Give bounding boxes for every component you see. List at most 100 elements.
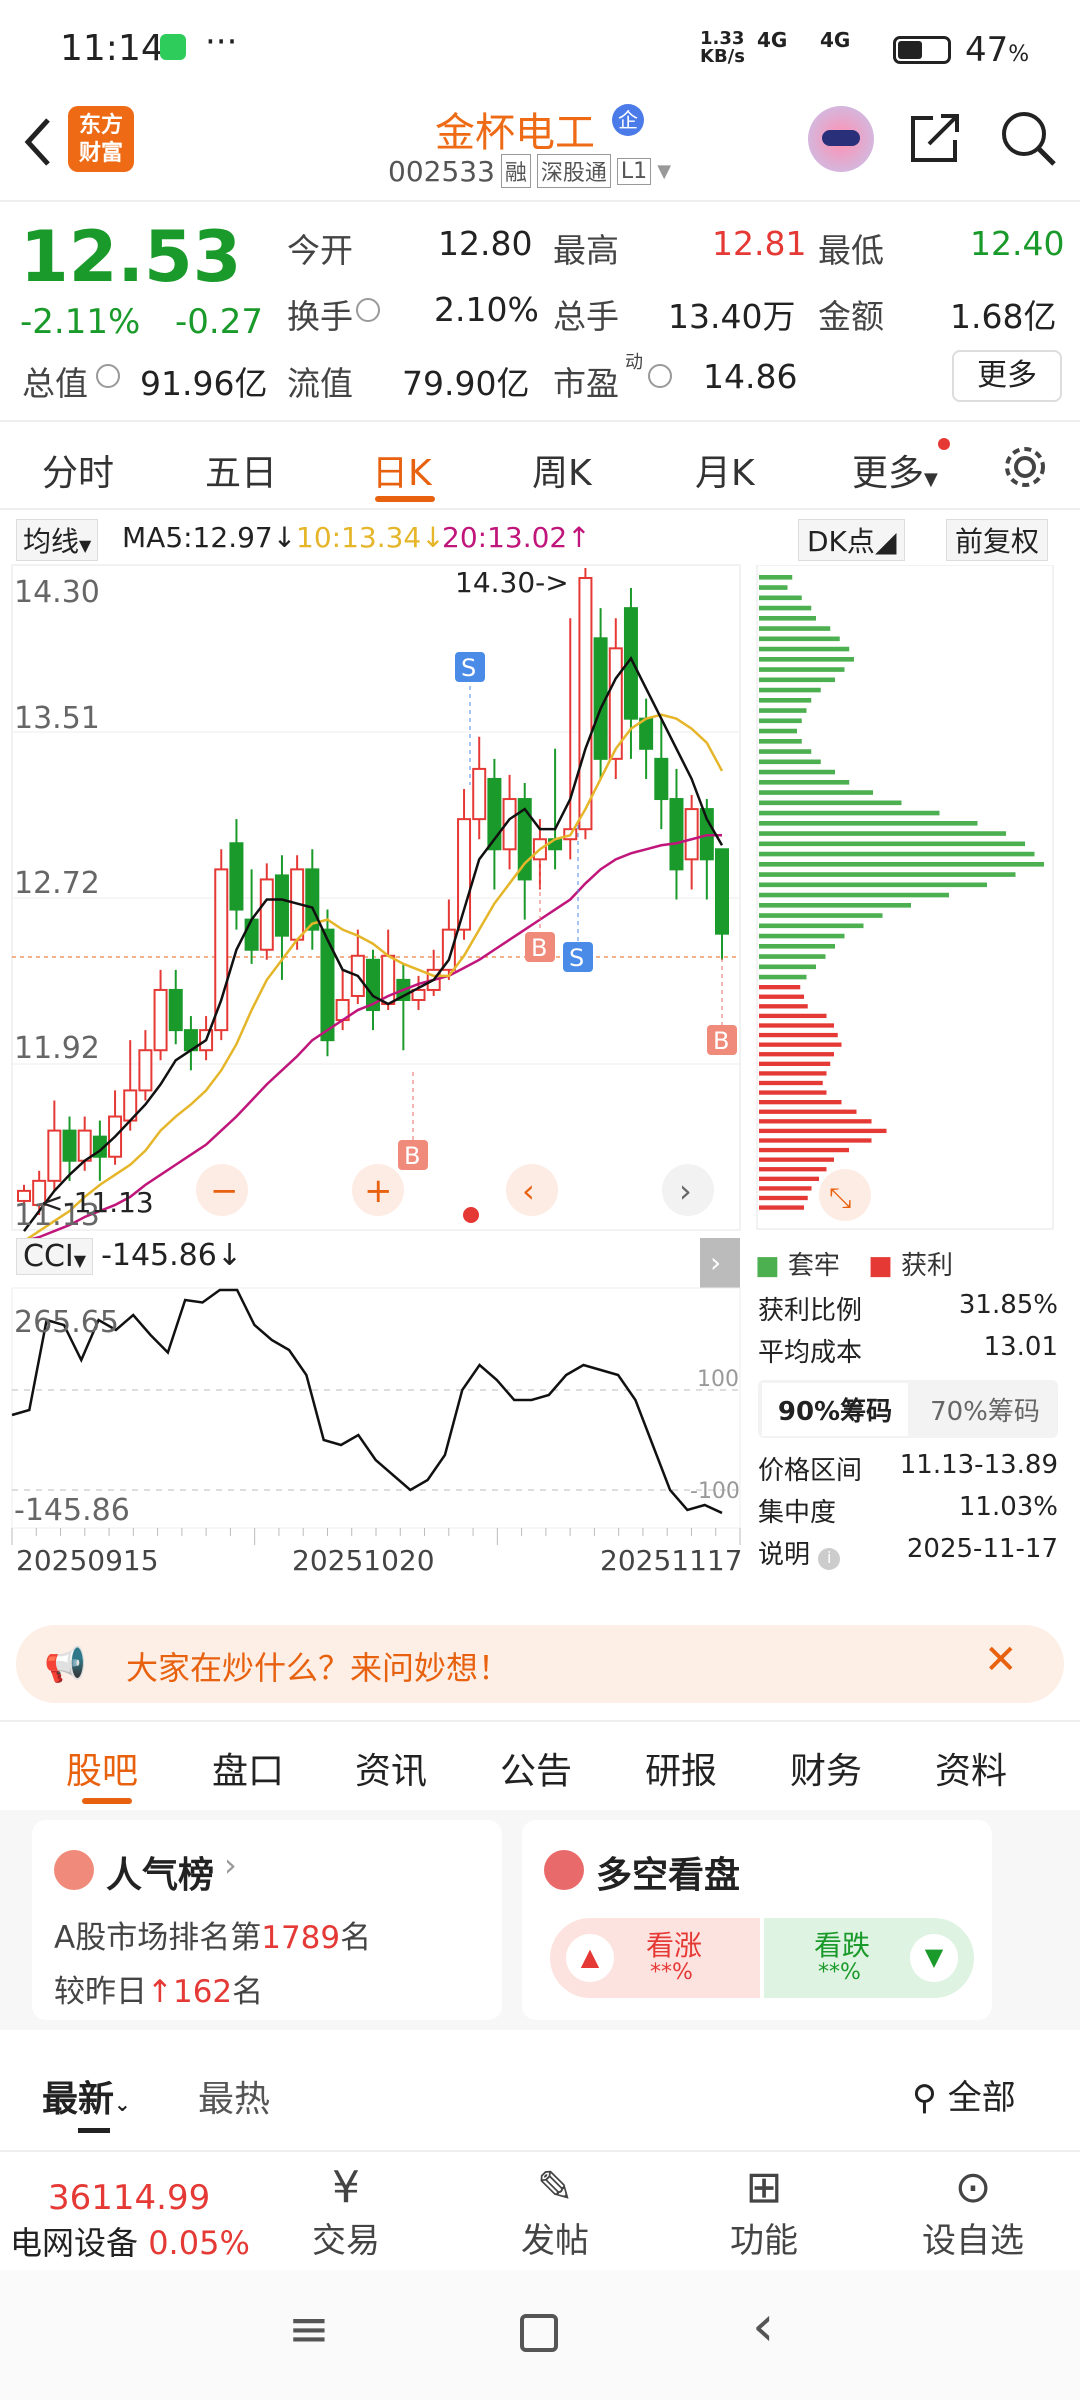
candle [578,577,593,831]
ai-banner[interactable]: 📢 大家在炒什么？来问妙想！ ✕ [16,1625,1064,1703]
active-tab-indicator [375,496,435,502]
tab-research[interactable]: 研报 [645,1742,717,1794]
assistant-avatar[interactable] [808,106,874,172]
battery-icon [893,36,951,64]
chart-header: 均线▼ MA5:12.97↓ 10:13.34↓ 20:13.02↑ DK点◢ … [0,515,1080,561]
candle [669,798,684,871]
popularity-card[interactable]: 人气榜 › A股市场排名第1789名 较昨日↑162名 [32,1820,502,2020]
turnover-info-icon[interactable] [356,298,380,322]
chip-bar-hold [759,718,802,724]
settings-icon[interactable] [1000,442,1050,492]
info-icon[interactable] [96,364,120,388]
chip-bar-hold [759,739,802,744]
index-quote[interactable]: 36114.99 电网设备 0.05% [10,2178,250,2264]
share-icon[interactable] [905,108,965,168]
chevron-right-icon: › [710,1246,721,1279]
bull-button[interactable]: ▲ 看涨 **% [550,1918,760,1998]
close-icon[interactable]: ✕ [984,1637,1018,1683]
chip-bar-hold [759,657,854,662]
cci-ref-hi-label: 100 [697,1367,739,1392]
tab-profile[interactable]: 资料 [935,1742,1007,1794]
sort-latest[interactable]: 最新⌄ [42,2070,131,2122]
back-icon[interactable] [18,112,58,172]
date-label-3: 20251117 [600,1544,743,1577]
chip-bar-hold [759,759,821,765]
bottom-bar: 36114.99 电网设备 0.05% ¥ 交易 ✎ 发帖 ⊞ 功能 ⊙ 设自选 [0,2150,1080,2270]
adjust-button[interactable]: 前复权 [946,519,1049,561]
turnover-label: 换手 [287,297,353,336]
tab-chip-90[interactable]: 90%筹码 [762,1382,908,1436]
tab-monthly-k[interactable]: 月K [695,444,755,496]
tab-announcements[interactable]: 公告 [500,1742,572,1794]
tab-chip-70[interactable]: 70%筹码 [912,1391,1058,1428]
chip-bar-profit [759,1128,887,1134]
ranking-icon [54,1850,94,1890]
chip-bar-profit [759,1157,834,1162]
pe-value: 14.86 [703,357,798,396]
avg-cost-label: 平均成本 [758,1338,863,1368]
chip-stats: 获利比例 31.85% 平均成本 13.01 90%筹码 70%筹码 价格区间 11.… [758,1290,1058,1576]
tag-connect: 深股通 [536,154,611,188]
home-icon[interactable] [520,2314,558,2352]
pe-label: 市盈 [553,364,619,403]
nav-post[interactable]: ✎ 发帖 [485,2162,625,2262]
chip-bar-profit [759,1090,827,1095]
chip-bar-hold [759,954,826,959]
tab-daily-k[interactable]: 日K [372,444,432,496]
period-tabs: 分时 五日 日K 周K 月K 更多▼ [0,420,1080,510]
chip-bar-profit [759,1080,823,1086]
tab-orderbook[interactable]: 盘口 [212,1742,284,1794]
chip-bar-hold [759,821,978,826]
chip-distribution-chart: ⤡ [756,565,1054,1230]
pe-info-icon[interactable] [648,364,672,388]
long-short-card[interactable]: 多空看盘 ▲ 看涨 **% 看跌 **% ▼ [522,1820,992,2020]
back-nav-icon[interactable]: ‹ [752,2294,774,2359]
low-label: 最低 [818,231,884,270]
tab-intraday[interactable]: 分时 [42,444,114,496]
dropdown-icon[interactable]: ▼ [657,161,671,182]
edit-icon: ✎ [536,2162,574,2213]
battery-level: 47% [965,30,1030,70]
chip-legend: ■ 套牢 ■ 获利 [755,1251,953,1281]
tab-finance[interactable]: 财务 [790,1742,862,1794]
menu-icon[interactable]: ≡ [288,2300,330,2358]
nav-trade[interactable]: ¥ 交易 [276,2162,416,2262]
indicator-select[interactable]: 均线▼ [16,519,99,561]
content-tabs: 股吧 盘口 资讯 公告 研报 财务 资料 [0,1720,1080,1810]
cci-select[interactable]: CCI▼ [16,1238,94,1275]
profit-ratio-label: 获利比例 [758,1296,863,1326]
chip-bar-profit [759,1052,834,1057]
volume-value: 13.40万 [668,297,796,336]
bull-percent: **% [650,1960,693,1985]
tab-news[interactable]: 资讯 [355,1742,427,1794]
minus-icon: − [210,1171,239,1211]
candle [472,767,487,821]
amount-value: 1.68亿 [950,297,1057,336]
tab-five-day[interactable]: 五日 [205,444,277,496]
chip-bar-hold [759,933,845,939]
filter-all[interactable]: ⚲ 全部 [912,2070,1016,2119]
tab-guba[interactable]: 股吧 [66,1742,138,1794]
avg-cost: 13.01 [983,1332,1058,1362]
chip-bar-hold [759,944,835,949]
ma5-text: MA5:12.97↓ [122,521,297,554]
kline-chart[interactable]: 14.30 13.51 12.72 11.92 11.13 14.30-> <-… [0,560,745,1610]
more-button[interactable]: 更多 [952,350,1062,402]
nav-functions[interactable]: ⊞ 功能 [694,2162,834,2262]
app-logo[interactable]: 东方 财富 [68,106,134,172]
tab-weekly-k[interactable]: 周K [532,444,592,496]
search-icon[interactable] [998,108,1058,168]
candle [715,848,729,935]
chip-bar-profit [759,1071,827,1076]
nav-add-watchlist[interactable]: ⊙ 设自选 [903,2162,1043,2262]
bear-button[interactable]: 看跌 **% ▼ [764,1918,974,1998]
dk-point-button[interactable]: DK点◢ [798,519,906,561]
sort-hot[interactable]: 最热 [198,2070,270,2122]
expand-icon: ⤡ [829,1181,851,1214]
chip-bar-profit [759,1004,808,1009]
info-icon[interactable]: i [818,1548,841,1570]
candle [305,868,320,931]
tab-more[interactable]: 更多▼ [852,444,938,496]
change-value: -0.27 [175,302,263,342]
chip-tabs: 90%筹码 70%筹码 [758,1380,1058,1438]
